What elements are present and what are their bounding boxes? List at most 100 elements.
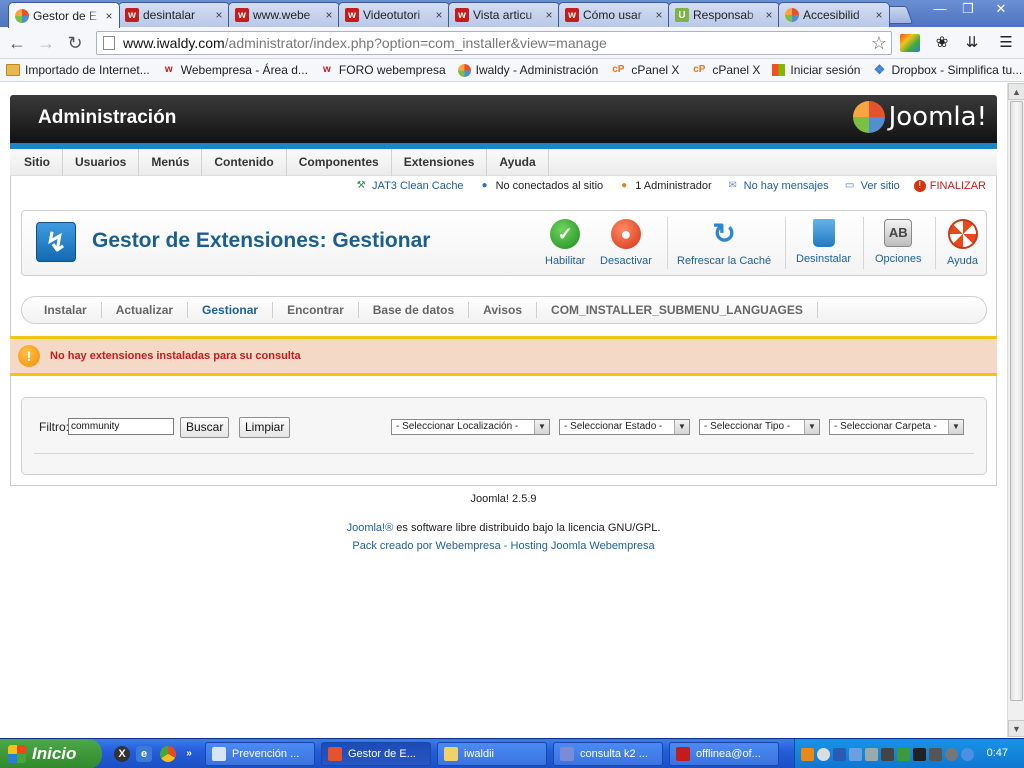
admin-menu-item[interactable]: Contenido (202, 149, 287, 176)
search-button[interactable]: Buscar (180, 417, 230, 438)
scrollbar-thumb[interactable] (1010, 101, 1023, 701)
logout-link[interactable]: ! FINALIZAR (913, 180, 986, 192)
hosting-webempresa-link[interactable]: Hosting Joomla Webempresa (511, 540, 655, 552)
browser-tab[interactable]: U Responsab × (668, 2, 780, 27)
quicklaunch-chrome-icon[interactable] (160, 746, 176, 762)
tray-icon[interactable] (897, 747, 910, 761)
installer-submenu-item[interactable]: Actualizar (102, 302, 189, 318)
users-icon: ● (481, 180, 488, 191)
options-button[interactable]: AB Opciones (875, 219, 921, 271)
forward-button[interactable]: → (35, 32, 57, 54)
close-tab-icon[interactable]: × (103, 9, 115, 23)
tray-icon[interactable] (913, 747, 926, 761)
scroll-down-arrow-icon[interactable]: ▼ (1008, 720, 1024, 737)
filter-search-input[interactable] (68, 418, 174, 435)
tray-icon[interactable] (801, 747, 814, 761)
installer-submenu-item[interactable]: COM_INSTALLER_SUBMENU_LANGUAGES (537, 302, 818, 318)
admin-menu-item[interactable]: Ayuda (487, 149, 549, 176)
reload-button[interactable]: ↻ (64, 32, 86, 54)
bookmark-item[interactable]: Iniciar sesión (772, 63, 860, 77)
bookmark-item[interactable]: cP cPanel X (691, 63, 760, 77)
bookmark-item[interactable]: w Webempresa - Área d... (162, 63, 308, 77)
pack-webempresa-link[interactable]: Pack creado por Webempresa (352, 540, 500, 552)
start-button[interactable]: Inicio (0, 739, 102, 768)
admin-menu-item[interactable]: Extensiones (392, 149, 488, 176)
close-tab-icon[interactable]: × (653, 8, 665, 22)
bookmark-item[interactable]: w FORO webempresa (320, 63, 446, 77)
close-tab-icon[interactable]: × (433, 8, 445, 22)
taskbar-window-button[interactable]: Prevención ... (205, 742, 315, 766)
close-tab-icon[interactable]: × (323, 8, 335, 22)
browser-tab[interactable]: w www.webe × (228, 2, 340, 27)
installer-submenu-item[interactable]: Instalar (30, 302, 102, 318)
help-button[interactable]: Ayuda (947, 219, 978, 271)
taskbar-app-icon (328, 747, 342, 761)
installer-submenu-item[interactable]: Encontrar (273, 302, 359, 318)
tray-icon[interactable] (945, 747, 958, 761)
installer-submenu-item[interactable]: Base de datos (359, 302, 470, 318)
tray-icon[interactable] (849, 747, 862, 761)
close-tab-icon[interactable]: × (543, 8, 555, 22)
type-select[interactable]: - Seleccionar Tipo - ▼ (699, 419, 820, 435)
scroll-up-arrow-icon[interactable]: ▲ (1008, 83, 1024, 100)
browser-tab[interactable]: w Cómo usar × (558, 2, 670, 27)
tray-icon[interactable] (865, 747, 878, 761)
admin-menu-item[interactable]: Componentes (287, 149, 392, 176)
admin-menu-item[interactable]: Usuarios (63, 149, 140, 176)
close-tab-icon[interactable]: × (213, 8, 225, 22)
browser-tab[interactable]: Accesibilid × (778, 2, 890, 27)
browser-tab[interactable]: w Vista articu × (448, 2, 560, 27)
restore-window-button[interactable]: ❐ (954, 0, 982, 18)
tray-icon[interactable] (929, 747, 942, 761)
close-window-button[interactable]: ✕ (984, 0, 1018, 18)
quicklaunch-ie-icon[interactable]: e (136, 746, 152, 762)
close-tab-icon[interactable]: × (873, 8, 885, 22)
bookmark-item[interactable]: Iwaldy - Administración (457, 63, 598, 77)
tray-icon[interactable] (961, 747, 974, 761)
admin-menu-item[interactable]: Sitio (12, 149, 63, 176)
jat3-clean-cache-link[interactable]: ⚒ JAT3 Clean Cache (354, 180, 464, 192)
location-select[interactable]: - Seleccionar Localización - ▼ (391, 419, 550, 435)
view-site-link[interactable]: ▭ Ver sitio (843, 180, 900, 192)
tray-icon[interactable] (833, 747, 846, 761)
bookmark-star-icon[interactable]: ☆ (871, 33, 887, 54)
bookmark-item[interactable]: cP cPanel X (610, 63, 679, 77)
extension-bug-icon[interactable]: ❀ (932, 34, 952, 52)
taskbar-window-button[interactable]: consulta k2 ... (553, 742, 663, 766)
bookmark-item[interactable]: ❖ Dropbox - Simplifica tu... (872, 63, 1023, 77)
chevron-down-icon: ▼ (804, 420, 819, 434)
tray-icon[interactable] (881, 747, 894, 761)
taskbar-window-button[interactable]: offlinea@of... (669, 742, 779, 766)
uninstall-button[interactable]: Desinstalar (796, 219, 851, 271)
quicklaunch-x-icon[interactable]: X (114, 746, 130, 762)
menu-icon[interactable]: ☰ (996, 34, 1016, 52)
installer-submenu-item[interactable]: Gestionar (188, 302, 274, 318)
messages-link[interactable]: ✉ No hay mensajes (726, 180, 828, 192)
installer-submenu-item[interactable]: Avisos (469, 302, 538, 318)
quicklaunch-more-icon[interactable]: » (184, 746, 194, 762)
browser-tab[interactable]: w Videotutori × (338, 2, 450, 27)
browser-tab[interactable]: w desintalar × (118, 2, 230, 27)
close-tab-icon[interactable]: × (763, 8, 775, 22)
page-icon (103, 36, 115, 50)
admin-menu-item[interactable]: Menús (139, 149, 203, 176)
refresh-cache-button[interactable]: ↻ Refrescar la Caché (677, 219, 771, 271)
joomla-license-link[interactable]: Joomla!® (347, 522, 394, 534)
browser-tab[interactable]: Gestor de E × (8, 2, 120, 28)
minimize-window-button[interactable]: — (926, 0, 954, 18)
bookmark-item[interactable]: Importado de Internet... (6, 63, 150, 77)
clear-button[interactable]: Limpiar (239, 417, 291, 438)
disable-button[interactable]: ● Desactivar (600, 219, 652, 271)
status-select[interactable]: - Seleccionar Estado - ▼ (559, 419, 690, 435)
extension-color-icon[interactable] (900, 34, 920, 52)
tray-icon[interactable] (817, 747, 830, 761)
extension-download-icon[interactable]: ⇊ (962, 34, 982, 52)
taskbar-window-button[interactable]: iwaldii (437, 742, 547, 766)
folder-select[interactable]: - Seleccionar Carpeta - ▼ (829, 419, 964, 435)
page-scrollbar[interactable]: ▲ ▼ (1007, 83, 1024, 737)
address-bar[interactable]: www.iwaldy.com/administrator/index.php?o… (96, 31, 892, 55)
taskbar-window-button[interactable]: Gestor de E... (321, 742, 431, 766)
taskbar-clock: 0:47 (986, 747, 1008, 759)
enable-button[interactable]: ✓ Habilitar (545, 219, 585, 271)
back-button[interactable]: ← (6, 32, 28, 54)
